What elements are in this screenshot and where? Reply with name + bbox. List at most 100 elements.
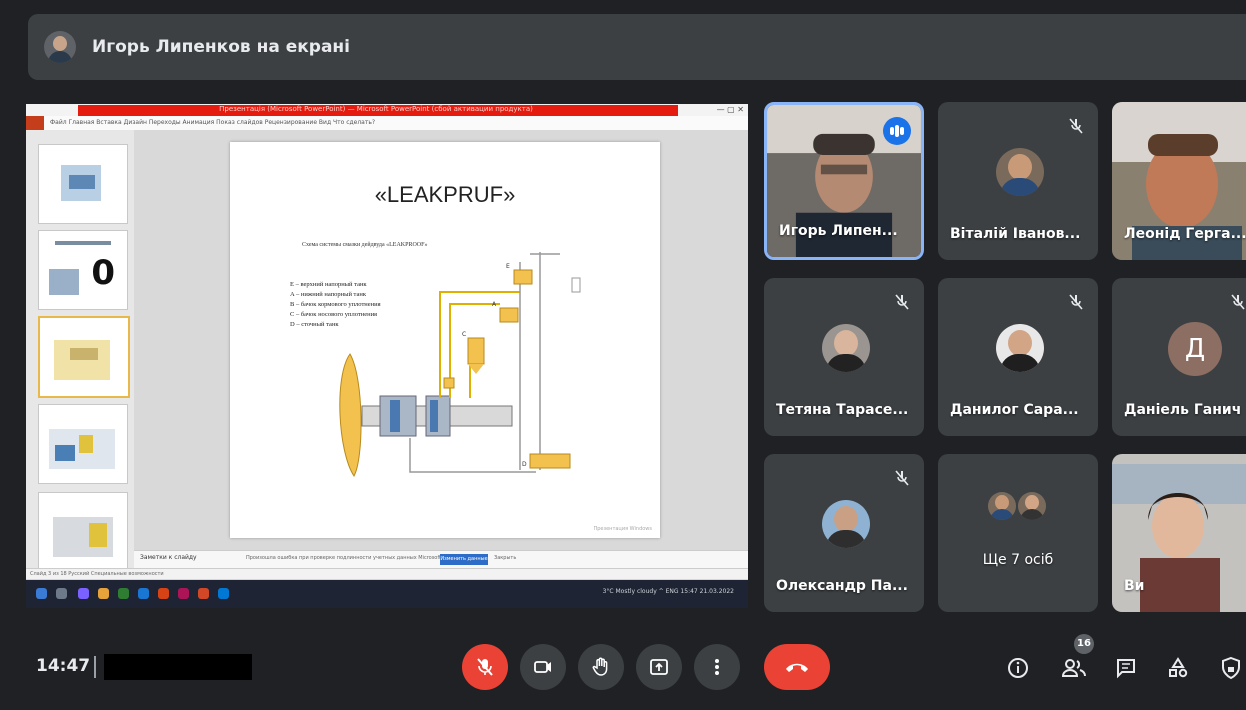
powerpoint-icon	[198, 588, 209, 599]
slide-thumbnail: 0	[38, 230, 128, 310]
people-icon	[1061, 659, 1086, 677]
app-icon	[138, 588, 149, 599]
activation-message: Произошла ошибка при проверке подлинност…	[246, 555, 458, 561]
notes-pane: Заметки к слайду Произошла ошибка при пр…	[134, 550, 748, 569]
mic-off-icon	[1231, 294, 1245, 310]
participant-name: Игорь Липен...	[779, 223, 898, 239]
redacted-meeting-code	[104, 654, 252, 680]
lubrication-diagram: E A C D	[339, 252, 581, 477]
raise-hand-icon	[592, 657, 608, 676]
slide-thumbnail-selected	[38, 316, 130, 398]
app-icon	[218, 588, 229, 599]
end-call-icon	[786, 663, 808, 672]
participant-name: Олександр Па...	[776, 578, 908, 594]
svg-text:E: E	[506, 263, 510, 270]
participant-name: Ви	[1124, 578, 1145, 594]
participant-name: Данилог Сара...	[950, 402, 1079, 418]
presenter-avatar	[44, 31, 76, 63]
participant-name: Віталій Іванов...	[950, 226, 1081, 242]
ppt-statusbar: Слайд 3 из 18 Русский Специальные возмож…	[26, 568, 748, 579]
more-options-button[interactable]	[694, 644, 740, 690]
participant-name: Тетяна Тарасе...	[776, 402, 909, 418]
chat-button[interactable]	[1112, 654, 1140, 682]
system-tray: 3°C Mostly cloudy ^ ENG 15:47 21.03.2022	[602, 588, 734, 595]
meeting-clock: 14:47	[36, 656, 91, 676]
more-participants-label: Ще 7 осіб	[982, 552, 1054, 568]
presenter-banner: Игорь Липенков на екрані	[28, 14, 1246, 80]
participant-tile[interactable]: Віталій Іванов...	[938, 102, 1098, 260]
presenter-title: Игорь Липенков на екрані	[92, 37, 350, 57]
shared-screen: Презентація (Microsoft PowerPoint) — Mic…	[26, 104, 748, 608]
participant-tile[interactable]: Тетяна Тарасе...	[764, 278, 924, 436]
meeting-controls-bar: 14:47 16	[0, 622, 1246, 710]
status-text: Слайд 3 из 18 Русский Специальные возмож…	[30, 571, 164, 577]
slide-thumbnail	[38, 144, 128, 224]
windows-taskbar: 3°C Mostly cloudy ^ ENG 15:47 21.03.2022	[26, 580, 748, 608]
participant-tile[interactable]: Леонід Герга...	[1112, 102, 1246, 260]
chrome-icon	[98, 588, 109, 599]
ribbon-menu: Файл Главная Вставка Дизайн Переходы Ани…	[50, 119, 376, 126]
host-controls-icon	[1222, 656, 1240, 680]
camera-icon	[534, 661, 551, 673]
participant-tile[interactable]: Данилог Сара...	[938, 278, 1098, 436]
activities-button[interactable]	[1164, 654, 1192, 682]
participant-avatar	[996, 324, 1044, 372]
mic-off-icon	[1069, 118, 1083, 134]
close-message-button: Закрыть	[494, 555, 517, 561]
thumbnail-digit: 0	[91, 253, 115, 293]
participant-initial-avatar: Д	[1168, 322, 1222, 376]
self-view-tile[interactable]: Ви	[1112, 454, 1246, 612]
participant-avatar	[822, 324, 870, 372]
raise-hand-button[interactable]	[578, 644, 624, 690]
divider	[94, 656, 96, 678]
app-icon	[118, 588, 129, 599]
participant-name: Леонід Герга...	[1124, 226, 1246, 242]
microphone-toggle-button[interactable]	[462, 644, 508, 690]
search-icon	[56, 588, 67, 599]
start-icon	[36, 588, 47, 599]
people-button[interactable]	[1060, 654, 1088, 682]
app-icon	[178, 588, 189, 599]
camera-toggle-button[interactable]	[520, 644, 566, 690]
current-slide: «LEAKPRUF» Схема системы смазки дейдвуда…	[230, 142, 660, 538]
participant-avatar	[822, 500, 870, 548]
ppt-titlebar: Презентація (Microsoft PowerPoint) — Mic…	[26, 104, 748, 116]
host-controls-button[interactable]	[1218, 654, 1244, 682]
opera-icon	[158, 588, 169, 599]
mic-off-icon	[1069, 294, 1083, 310]
participants-count-badge: 16	[1074, 634, 1094, 654]
leave-call-button[interactable]	[764, 644, 830, 690]
participant-avatar	[996, 148, 1044, 196]
mic-off-icon	[477, 658, 493, 676]
slide-canvas: «LEAKPRUF» Схема системы смазки дейдвуда…	[134, 130, 748, 550]
chat-icon	[1117, 659, 1135, 679]
present-now-button[interactable]	[636, 644, 682, 690]
svg-text:D: D	[522, 461, 527, 468]
participant-avatar	[988, 492, 1016, 520]
svg-text:C: C	[462, 331, 466, 338]
participant-name: Даніель Ганич	[1124, 402, 1242, 418]
more-vert-icon	[715, 659, 719, 675]
ppt-window-title: Презентація (Microsoft PowerPoint) — Mic…	[219, 105, 533, 113]
participant-tile[interactable]: Олександр Па...	[764, 454, 924, 612]
participant-tile-speaking[interactable]: Игорь Липен...	[764, 102, 924, 260]
mic-off-icon	[895, 294, 909, 310]
mic-off-icon	[895, 470, 909, 486]
app-icon	[78, 588, 89, 599]
slide-thumbnail	[38, 492, 128, 572]
info-icon	[1008, 658, 1028, 678]
notes-label: Заметки к слайду	[140, 554, 197, 561]
participant-avatar	[1018, 492, 1046, 520]
speaking-indicator-icon	[883, 117, 911, 145]
slide-thumbnail	[38, 404, 128, 484]
more-participants-tile[interactable]: Ще 7 осіб	[938, 454, 1098, 612]
ppt-ribbon: Файл Главная Вставка Дизайн Переходы Ани…	[26, 116, 748, 131]
window-controls-icon: — ▢ ✕	[716, 105, 744, 114]
file-tab	[26, 116, 44, 130]
slide-footer: Презентация Windows	[593, 526, 652, 532]
present-screen-icon	[650, 659, 668, 675]
update-credentials-button: Изменить данные	[440, 554, 488, 565]
meeting-details-button[interactable]	[1004, 654, 1032, 682]
slide-thumbnail-panel: 0	[26, 130, 135, 578]
participant-tile[interactable]: Д Даніель Ганич	[1112, 278, 1246, 436]
